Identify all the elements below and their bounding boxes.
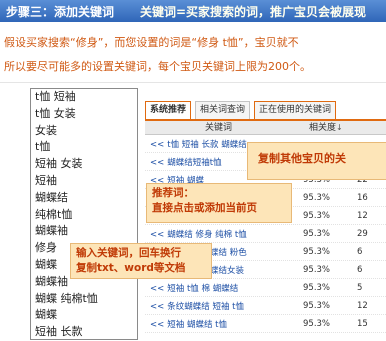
count-cell: 6 xyxy=(357,246,363,257)
column-header-extra xyxy=(349,121,386,134)
tip-input-line-2: 复制txt、word等文档 xyxy=(76,262,186,274)
count-cell: 5 xyxy=(357,282,363,293)
keyword-cell[interactable]: << 蝴蝶结 修身 纯棉 t恤 xyxy=(145,228,293,240)
tab-related-search[interactable]: 相关词查询 xyxy=(195,101,251,119)
tip-input-keywords: 输入关键词，回车换行 复制txt、word等文档 xyxy=(70,243,212,279)
keyword-text[interactable]: 条纹蝴蝶结 短袖 t恤 xyxy=(167,302,244,312)
table-header: 关键词 相关度↓ xyxy=(145,121,386,135)
count-cell: 6 xyxy=(357,264,363,275)
keyword-input-line: 女装 xyxy=(35,123,57,137)
keyword-text[interactable]: t恤 短袖 长款 蝴蝶结 xyxy=(167,140,246,150)
relevance-cell: 95.3% xyxy=(303,264,331,275)
table-row: << 短袖 t恤 棉 蝴蝶结 95.3% 5 xyxy=(145,279,386,297)
relevance-label: 相关度 xyxy=(309,123,337,133)
tab-keywords-in-use[interactable]: 正在使用的关键词 xyxy=(254,101,337,119)
add-keyword-icon[interactable]: << xyxy=(150,302,164,312)
step-header: 步骤三：添加关键词 关键词=买家搜索的词，推广宝贝会被展现 xyxy=(0,0,386,22)
step-title: 步骤三：添加关键词 xyxy=(6,4,115,19)
keyword-input-line: 短袖 长款 xyxy=(35,325,83,339)
add-keyword-icon[interactable]: << xyxy=(150,230,164,240)
keyword-input-textarea[interactable]: t恤 短袖 t恤 女装 女装 t恤 短袖 女装 短袖 蝴蝶结 纯棉t恤 蝴蝶袖 修身 蝴蝶 蝴蝶袖 蝴蝶… xyxy=(30,88,138,340)
tip-recommend-title: 推荐词： xyxy=(152,187,194,199)
keyword-input-line: 短袖 xyxy=(35,173,57,187)
tip-recommend-body: 直接点击或添加当前页 xyxy=(152,202,257,214)
relevance-cell: 95.3% xyxy=(303,228,331,239)
keyword-input-line: 蝴蝶 纯棉t恤 xyxy=(35,291,98,305)
keyword-text[interactable]: 蝴蝶结短袖t恤 xyxy=(167,158,221,168)
keyword-input-line: t恤 xyxy=(35,140,51,154)
relevance-cell: 95.3% xyxy=(303,246,331,257)
keyword-input-line: 短袖 女装 xyxy=(35,157,83,171)
step-description: 关键词=买家搜索的词，推广宝贝会被展现 xyxy=(140,4,367,19)
tip-input-line-1: 输入关键词，回车换行 xyxy=(76,247,181,259)
relevance-cell: 95.3% xyxy=(303,210,331,221)
tip-recommended-words: 推荐词： 直接点击或添加当前页 xyxy=(146,183,292,223)
count-cell: 15 xyxy=(357,318,368,329)
keyword-input-line: 蝴蝶结 xyxy=(35,190,68,204)
table-row: << 条纹蝴蝶结 短袖 t恤 95.3% 12 xyxy=(145,297,386,315)
tab-system-recommend[interactable]: 系统推荐 xyxy=(145,101,192,119)
count-cell: 16 xyxy=(357,192,368,203)
add-keyword-icon[interactable]: << xyxy=(150,284,164,294)
sort-down-icon: ↓ xyxy=(336,123,343,132)
divider xyxy=(0,82,386,83)
keyword-input-line: t恤 短袖 xyxy=(35,90,76,103)
keyword-text[interactable]: 蝴蝶结 修身 纯棉 t恤 xyxy=(167,230,246,240)
keyword-text[interactable]: 短袖 t恤 棉 蝴蝶结 xyxy=(167,284,238,294)
keyword-tabs: 系统推荐 相关词查询 正在使用的关键词 xyxy=(145,97,386,121)
intro-line-1: 假设买家搜索“修身”，而您设置的词是“修身 t恤”，宝贝就不 xyxy=(4,36,299,49)
count-cell: 12 xyxy=(357,300,368,311)
add-keyword-icon[interactable]: << xyxy=(150,320,164,330)
add-keyword-icon[interactable]: << xyxy=(150,158,164,168)
tip-copy-keywords: 复制其他宝贝的关 xyxy=(247,142,386,180)
keyword-cell[interactable]: << 短袖 蝴蝶结 t恤 xyxy=(145,318,293,330)
keyword-input-line: 蝴蝶 xyxy=(35,308,57,322)
keyword-cell[interactable]: << 短袖 t恤 棉 蝴蝶结 xyxy=(145,282,293,294)
intro-line-2: 所以要尽可能多的设置关键词，每个宝贝关键词上限为200个。 xyxy=(4,60,311,73)
table-row: << 短袖 蝴蝶结 t恤 95.3% 15 xyxy=(145,315,386,333)
relevance-cell: 95.3% xyxy=(303,192,331,203)
table-row: << 蝴蝶结 修身 纯棉 t恤 95.3% 29 xyxy=(145,225,386,243)
keyword-cell[interactable]: << 条纹蝴蝶结 短袖 t恤 xyxy=(145,300,293,312)
count-cell: 12 xyxy=(357,210,368,221)
keyword-input-line: 蝴蝶袖 xyxy=(35,224,68,238)
column-header-keyword[interactable]: 关键词 xyxy=(145,121,293,134)
add-keyword-icon[interactable]: << xyxy=(150,140,164,150)
keyword-text[interactable]: 短袖 蝴蝶结 t恤 xyxy=(167,320,227,330)
column-header-relevance[interactable]: 相关度↓ xyxy=(293,121,349,134)
relevance-cell: 95.3% xyxy=(303,300,331,311)
count-cell: 29 xyxy=(357,228,368,239)
keyword-input-line: t恤 女装 xyxy=(35,106,76,120)
relevance-cell: 95.3% xyxy=(303,282,331,293)
keyword-input-line: 纯棉t恤 xyxy=(35,207,73,221)
relevance-cell: 95.3% xyxy=(303,318,331,329)
